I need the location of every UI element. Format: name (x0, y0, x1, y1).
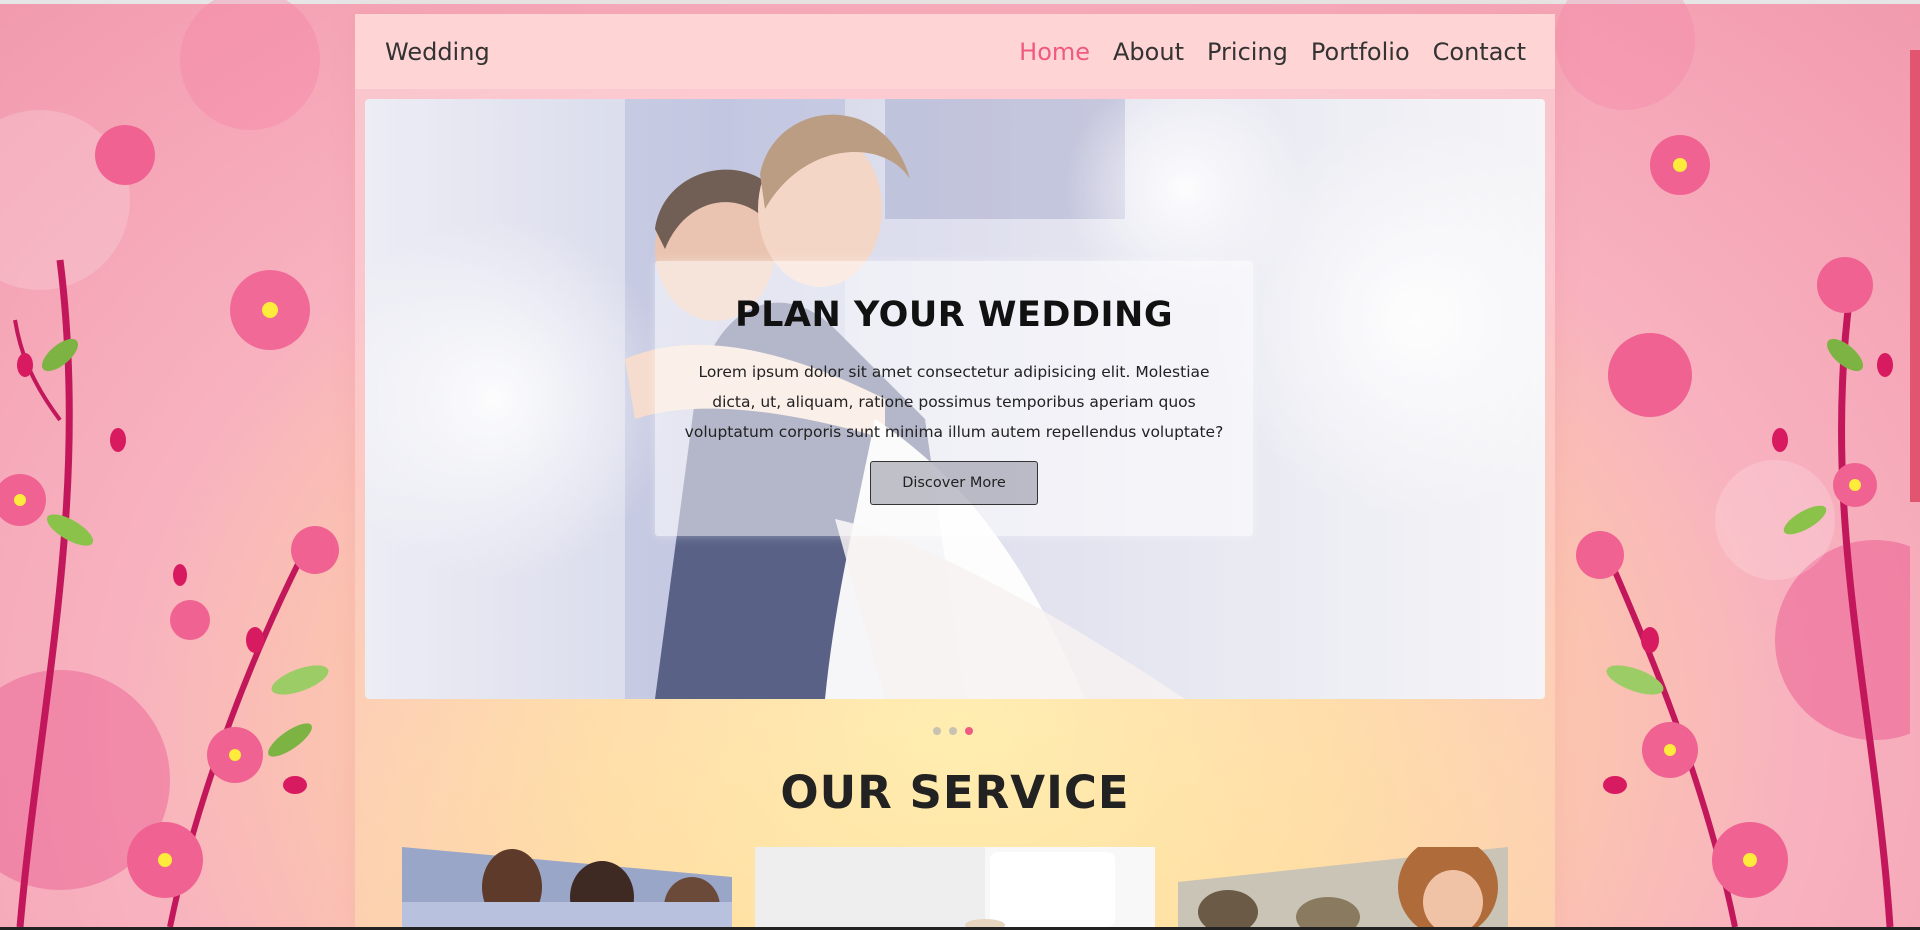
smiling-bride-photo (1178, 847, 1508, 927)
bridesmaids-photo (402, 847, 732, 927)
carousel-dot-1[interactable] (933, 727, 941, 735)
carousel-dots (933, 727, 973, 735)
carousel-dot-3[interactable] (965, 727, 973, 735)
nav-link-about[interactable]: About (1113, 38, 1184, 66)
nav-links: Home About Pricing Portfolio Contact (1019, 38, 1526, 66)
nav-link-portfolio[interactable]: Portfolio (1311, 38, 1410, 66)
scrollbar-indicator[interactable] (1910, 50, 1920, 502)
page-container: Wedding Home About Pricing Portfolio Con… (355, 14, 1555, 927)
hero-title: PLAN YOUR WEDDING (734, 295, 1174, 335)
service-card-1[interactable] (402, 847, 732, 927)
service-card-2[interactable] (755, 847, 1155, 927)
hero-description: Lorem ipsum dolor sit amet consectetur a… (684, 363, 1224, 441)
hero-card: PLAN YOUR WEDDING Lorem ipsum dolor sit … (655, 261, 1253, 536)
section-title-our-service: OUR SERVICE (780, 766, 1130, 819)
nav-link-home[interactable]: Home (1019, 38, 1090, 66)
service-card-3[interactable] (1178, 847, 1508, 927)
right-floral-decoration (1555, 0, 1910, 927)
hero-slider: PLAN YOUR WEDDING Lorem ipsum dolor sit … (365, 99, 1545, 699)
navbar: Wedding Home About Pricing Portfolio Con… (355, 14, 1555, 89)
brand-logo[interactable]: Wedding (385, 38, 490, 66)
left-floral-decoration (0, 0, 355, 927)
discover-more-button[interactable]: Discover More (870, 461, 1038, 505)
carousel-dot-2[interactable] (949, 727, 957, 735)
nav-link-pricing[interactable]: Pricing (1207, 38, 1288, 66)
wedding-cake-photo (755, 847, 1155, 927)
nav-link-contact[interactable]: Contact (1433, 38, 1526, 66)
